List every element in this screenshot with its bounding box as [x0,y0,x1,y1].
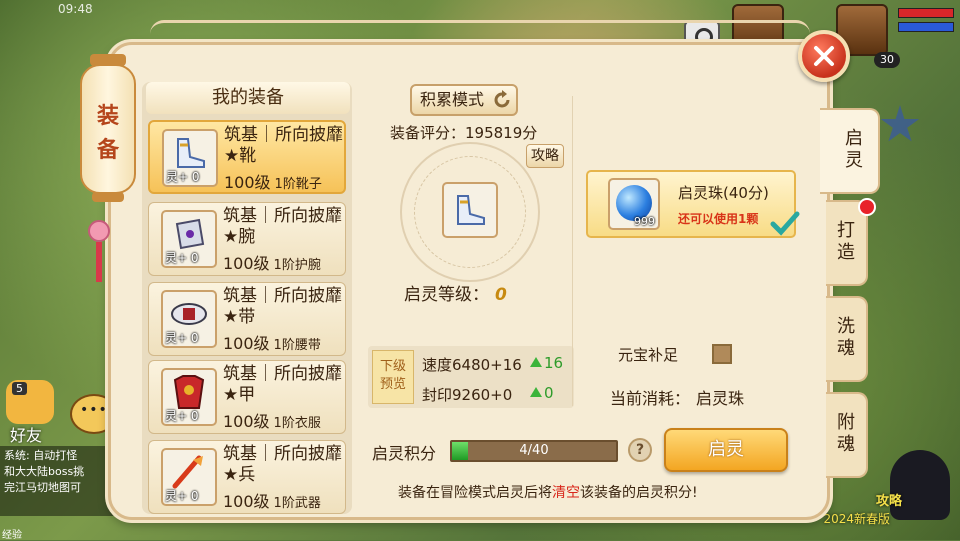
chat-line: 系统: 自动打怪 [4,449,78,462]
guide-button[interactable]: 攻略 [526,144,564,168]
progress-text: 4/40 [519,443,549,458]
close-button[interactable] [798,30,850,82]
lantern-char: 装 [96,103,119,129]
chat-line: 完江马切地图可 [4,481,81,494]
equipment-item-bracer[interactable]: 灵+ 0 筑基｜所向披靡★腕 100级 1阶护腕 [148,202,346,276]
item-name: 筑基｜所向披靡★兵 [223,444,342,485]
mp-bar [898,22,954,32]
enhance-label: 灵+ 0 [166,170,200,184]
ingot-fill-checkbox[interactable] [712,344,732,364]
tassel-decoration [88,220,112,290]
equipment-score: 装备评分：195819分 [390,124,538,142]
awaken-points-label: 启灵积分 [372,444,437,463]
selected-equipment-slot[interactable] [442,182,498,238]
hp-bar [898,8,954,18]
item-level: 100级 1阶衣服 [223,412,321,431]
exp-label: 经验 [2,530,22,541]
enhance-label: 灵+ 0 [165,489,199,503]
equipment-item-belt[interactable]: 灵+ 0 筑基｜所向披靡★带 100级 1阶腰带 [148,282,346,356]
enhance-label: 灵+ 0 [165,331,199,345]
chat-line: 和大大陆boss挑 [4,465,85,478]
list-header: 我的装备 [146,82,350,114]
tab-label: 附 魂 [837,412,855,455]
accumulate-mode-button[interactable]: 积累模式 [410,84,518,116]
up-arrow-icon [530,357,542,367]
enhance-label: 灵+ 0 [165,409,199,423]
help-button[interactable]: ? [628,438,652,462]
friends-button[interactable]: 好友 [10,422,42,446]
close-icon [814,46,834,66]
item-name: 筑基｜所向披靡★靴 [224,125,343,166]
bracer-icon: 灵+ 0 [161,210,217,268]
bead-hint: 还可以使用1颗 [678,212,759,226]
promo-subtitle: 2024新春版 [823,512,890,526]
armor-icon: 灵+ 0 [161,368,217,426]
bead-quantity: 999 [634,215,655,228]
tab-label: 洗 魂 [837,316,855,359]
preview-tag: 下级 预览 [372,350,414,404]
spirit-level-value: 0 [495,285,507,305]
refresh-icon [494,90,510,108]
boot-icon [457,195,485,225]
spirit-bead-icon: 999 [608,178,660,230]
accumulate-mode-label: 积累模式 [420,90,485,109]
boot-icon: 灵+ 0 [162,129,218,187]
lantern-title: 装 备 [80,64,136,194]
divider [572,96,573,406]
item-level: 100级 1阶护腕 [223,254,321,273]
warning-text: 装备在冒险模式启灵后将清空该装备的启灵积分! [398,485,698,501]
player-level-badge: 30 [874,52,900,68]
cat-mascot [890,450,950,520]
spirit-level: 启灵等级： 0 [404,280,507,305]
status-time: 09:48 [58,2,93,16]
awaken-button[interactable]: 启灵 [664,428,788,472]
tab-label: 打 造 [837,220,855,263]
lantern-char: 备 [96,137,119,163]
tab-attach-soul[interactable]: 附 魂 [826,392,868,478]
enhance-label: 灵+ 0 [165,251,199,265]
tab-wash-soul[interactable]: 洗 魂 [826,296,868,382]
item-name: 筑基｜所向披靡★甲 [223,364,342,405]
up-arrow-icon [530,387,542,397]
checkmark-icon [770,211,800,236]
tab-awaken[interactable]: 启 灵 [820,108,880,194]
current-cost: 当前消耗： 启灵珠 [610,389,745,408]
weapon-icon: 灵+ 0 [161,448,217,506]
spirit-level-label: 启灵等级： [404,285,489,305]
lantern-base [92,192,124,202]
tab-label: 启 灵 [845,128,863,171]
ingot-fill-label: 元宝补足 [618,346,679,364]
item-level: 100级 1阶腰带 [223,334,321,353]
stat-speed: 速度6480+16 [422,356,522,374]
equipment-item-weapon[interactable]: 灵+ 0 筑基｜所向披靡★兵 100级 1阶武器 [148,440,346,514]
mascot-count: 5 [12,382,27,395]
notification-dot [858,198,876,216]
equipment-item-armor[interactable]: 灵+ 0 筑基｜所向披靡★甲 100级 1阶衣服 [148,360,346,434]
stat-seal: 封印9260+0 [422,386,513,404]
item-name: 筑基｜所向披靡★带 [223,286,342,327]
awaken-points-progress: 4/40 [450,440,618,462]
item-level: 100级 1阶靴子 [224,173,322,192]
stat-speed-gain: 16 [530,354,563,372]
stat-seal-gain: 0 [530,384,554,402]
equipment-item-boots[interactable]: 灵+ 0 筑基｜所向披靡★靴 100级 1阶靴子 [148,120,346,194]
bead-name: 启灵珠(40分) [678,184,769,202]
panel-ornament [150,20,810,49]
item-name: 筑基｜所向披靡★腕 [223,206,342,247]
belt-icon: 灵+ 0 [161,290,217,348]
promo-title[interactable]: 攻略 [876,490,902,509]
item-level: 100级 1阶武器 [223,492,321,511]
chat-log[interactable]: 系统: 自动打怪 和大大陆boss挑 完江马切地图可 [0,446,118,516]
